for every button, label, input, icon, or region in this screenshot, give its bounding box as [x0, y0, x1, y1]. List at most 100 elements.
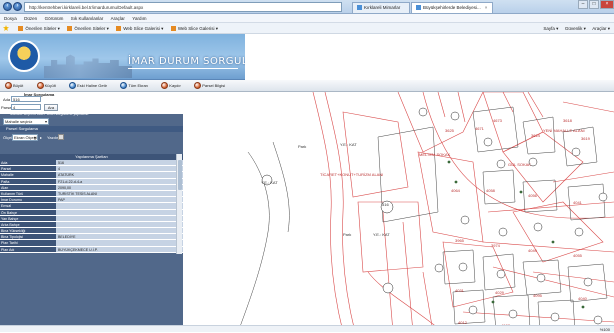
page-menu[interactable]: Sayfa ▾: [543, 23, 558, 34]
info-icon: [194, 82, 202, 89]
row-key: Bina Yüksekliği: [0, 228, 56, 234]
menu-item[interactable]: Yardım: [132, 14, 146, 23]
map-park-label: Park: [298, 144, 307, 149]
zoom-out-icon: [36, 82, 44, 89]
parsel-query-strip: Parsel Sorgulama: [0, 126, 183, 132]
favorites-item[interactable]: Önerilen Siteler ▾: [67, 23, 109, 34]
safety-menu[interactable]: Güvenlik ▾: [565, 23, 586, 34]
row-key: Pafta: [0, 178, 56, 184]
menu-item[interactable]: Araçlar: [111, 14, 125, 23]
map-parcel-number: 4673: [493, 118, 503, 123]
row-key: Plan Adı: [0, 246, 56, 252]
row-key: İmar Durumu: [0, 197, 56, 203]
close-tab-icon[interactable]: ×: [485, 5, 488, 10]
globe-icon: [120, 82, 128, 89]
minimize-button[interactable]: –: [578, 0, 588, 9]
favorites-star-item[interactable]: [3, 23, 11, 34]
back-button[interactable]: ‹: [3, 2, 12, 11]
favorites-item[interactable]: Önerilen Siteler ▾: [18, 23, 60, 34]
tab-label: Büyükşehirlerde Belediyesi...: [423, 5, 481, 10]
button-label: Tüm Ekran: [128, 83, 148, 88]
row-key: Alan: [0, 184, 56, 190]
pan-button[interactable]: Kaydır: [158, 81, 184, 91]
map-parcel-number: 3624: [531, 133, 541, 138]
map-parcel-number: 4049: [528, 248, 538, 253]
menu-item[interactable]: Dosya: [4, 14, 17, 23]
map-parcel-number: 4095: [533, 293, 543, 298]
favorites-item[interactable]: Web Slice Galerisi ▾: [170, 23, 219, 34]
tab-favicon-icon: [416, 5, 421, 10]
close-window-button[interactable]: ×: [600, 0, 614, 9]
favorites-item[interactable]: Web Slice Galerisi ▾: [116, 23, 163, 34]
command-bar: Sayfa ▾ Güvenlik ▾ Araçlar ▾: [538, 23, 610, 34]
print-button[interactable]: Yazdır: [47, 135, 58, 140]
parsel-input[interactable]: 4: [11, 104, 41, 110]
map-parcel-label: 516: [382, 202, 389, 207]
ada-input[interactable]: 516: [11, 96, 41, 102]
tab-belediye[interactable]: Büyükşehirlerde Belediyesi... ×: [411, 2, 493, 13]
full-extent-button[interactable]: Tüm Ekran: [117, 81, 151, 91]
favorites-item-label: Önerilen Siteler ▾: [74, 26, 109, 31]
map-parcel-number: 4031: [455, 288, 465, 293]
zoom-out-button[interactable]: Küçült: [34, 81, 59, 91]
city-skyline-image: [44, 54, 132, 78]
query-panel: İmar Sorgulama Ada 516 Parsel 4 Ara Maha…: [0, 92, 183, 332]
mahalle-select[interactable]: Mahalle seçiniz: [3, 118, 49, 125]
arrow-icon: ▸: [40, 135, 43, 140]
menu-item[interactable]: Sık Kullanılanlar: [71, 14, 104, 23]
menu-item[interactable]: Düzen: [24, 14, 37, 23]
button-label: Büyüt: [13, 83, 24, 88]
scale-select[interactable]: Ekran Ölçeği: [12, 134, 38, 141]
browser-statusbar: %100: [0, 325, 614, 332]
tools-menu[interactable]: Araçlar ▾: [592, 23, 610, 34]
row-value: PAP: [56, 197, 183, 203]
row-value: BÜYÜKÇEKMECE U.İ.P.: [56, 246, 183, 252]
row-key: Ada: [0, 160, 56, 166]
tab-mimarlar[interactable]: Kırklareli Mimarlar: [352, 2, 410, 13]
row-key: Parsel: [0, 166, 56, 172]
maximize-button[interactable]: □: [589, 0, 599, 9]
ada-label: Ada: [3, 97, 11, 102]
map-parcel-number: 4055: [573, 253, 583, 258]
map-parcel-number: 4041: [573, 200, 583, 205]
row-key: Kullanım Türü: [0, 190, 56, 197]
search-button[interactable]: Ara: [44, 104, 58, 111]
address-bar[interactable]: http://kentrehberi.kirklareli.bel.tr/ima…: [24, 2, 342, 12]
row-value: F21-d-22-d-4-a: [56, 178, 183, 184]
browser-titlebar: ‹ › http://kentrehberi.kirklareli.bel.tr…: [0, 0, 614, 14]
row-key: Plan Tarihi: [0, 240, 56, 246]
button-label: Kaydır: [169, 83, 181, 88]
star-icon: [3, 25, 9, 31]
map-parcel-number: 3974: [491, 243, 501, 248]
map-parcel-number: 4029: [495, 290, 505, 295]
zoning-info-table: Yapılanma Şartları Ada 516 Parsel 4 Mahall…: [0, 154, 183, 253]
printer-icon[interactable]: [58, 134, 64, 140]
tab-label: Kırklareli Mimarlar: [364, 5, 401, 10]
menu-item[interactable]: Görünüm: [45, 14, 64, 23]
reset-view-button[interactable]: Eski Haline Getir: [66, 81, 110, 91]
row-key: Ön Bahçe: [0, 209, 56, 215]
map-zone-label: YENİ MAHALLE ALANI: [543, 128, 585, 133]
row-value: BELEDİYE: [56, 234, 183, 240]
row-value: 516: [56, 160, 183, 166]
info-scrollbar[interactable]: [176, 154, 182, 254]
row-key: Arka Bahçe: [0, 221, 56, 228]
map-parcel-number: 4064: [451, 188, 461, 193]
map-zone-label: Y.E.: KAT: [373, 232, 390, 237]
map-parcel-number: 3965: [455, 238, 465, 243]
title-underline: [128, 68, 238, 69]
tab-favicon-icon: [357, 5, 362, 10]
menu-bar: Dosya Düzen Görünüm Sık Kullanılanlar Ar…: [0, 14, 614, 23]
parcel-info-button[interactable]: Parsel Bilgisi: [191, 81, 228, 91]
zoom-in-button[interactable]: Büyüt: [2, 81, 26, 91]
map-park-label: Park: [343, 232, 352, 237]
button-label: Eski Haline Getir: [77, 83, 107, 88]
reset-icon: [69, 82, 77, 89]
mahalle-hint: Mahalle seçerek Ada Parsel sorgulama yap…: [10, 112, 90, 116]
forward-button[interactable]: ›: [13, 2, 22, 11]
scrollbar-thumb[interactable]: [178, 160, 182, 190]
map-canvas[interactable]: 3625 4671 4673 3624 3618 3619 4064 4058 …: [183, 92, 614, 332]
row-value: 4: [56, 166, 183, 172]
map-toolbar: Büyüt Küçült Eski Haline Getir Tüm Ekran…: [0, 80, 614, 92]
favorites-item-label: Web Slice Galerisi ▾: [177, 26, 219, 31]
